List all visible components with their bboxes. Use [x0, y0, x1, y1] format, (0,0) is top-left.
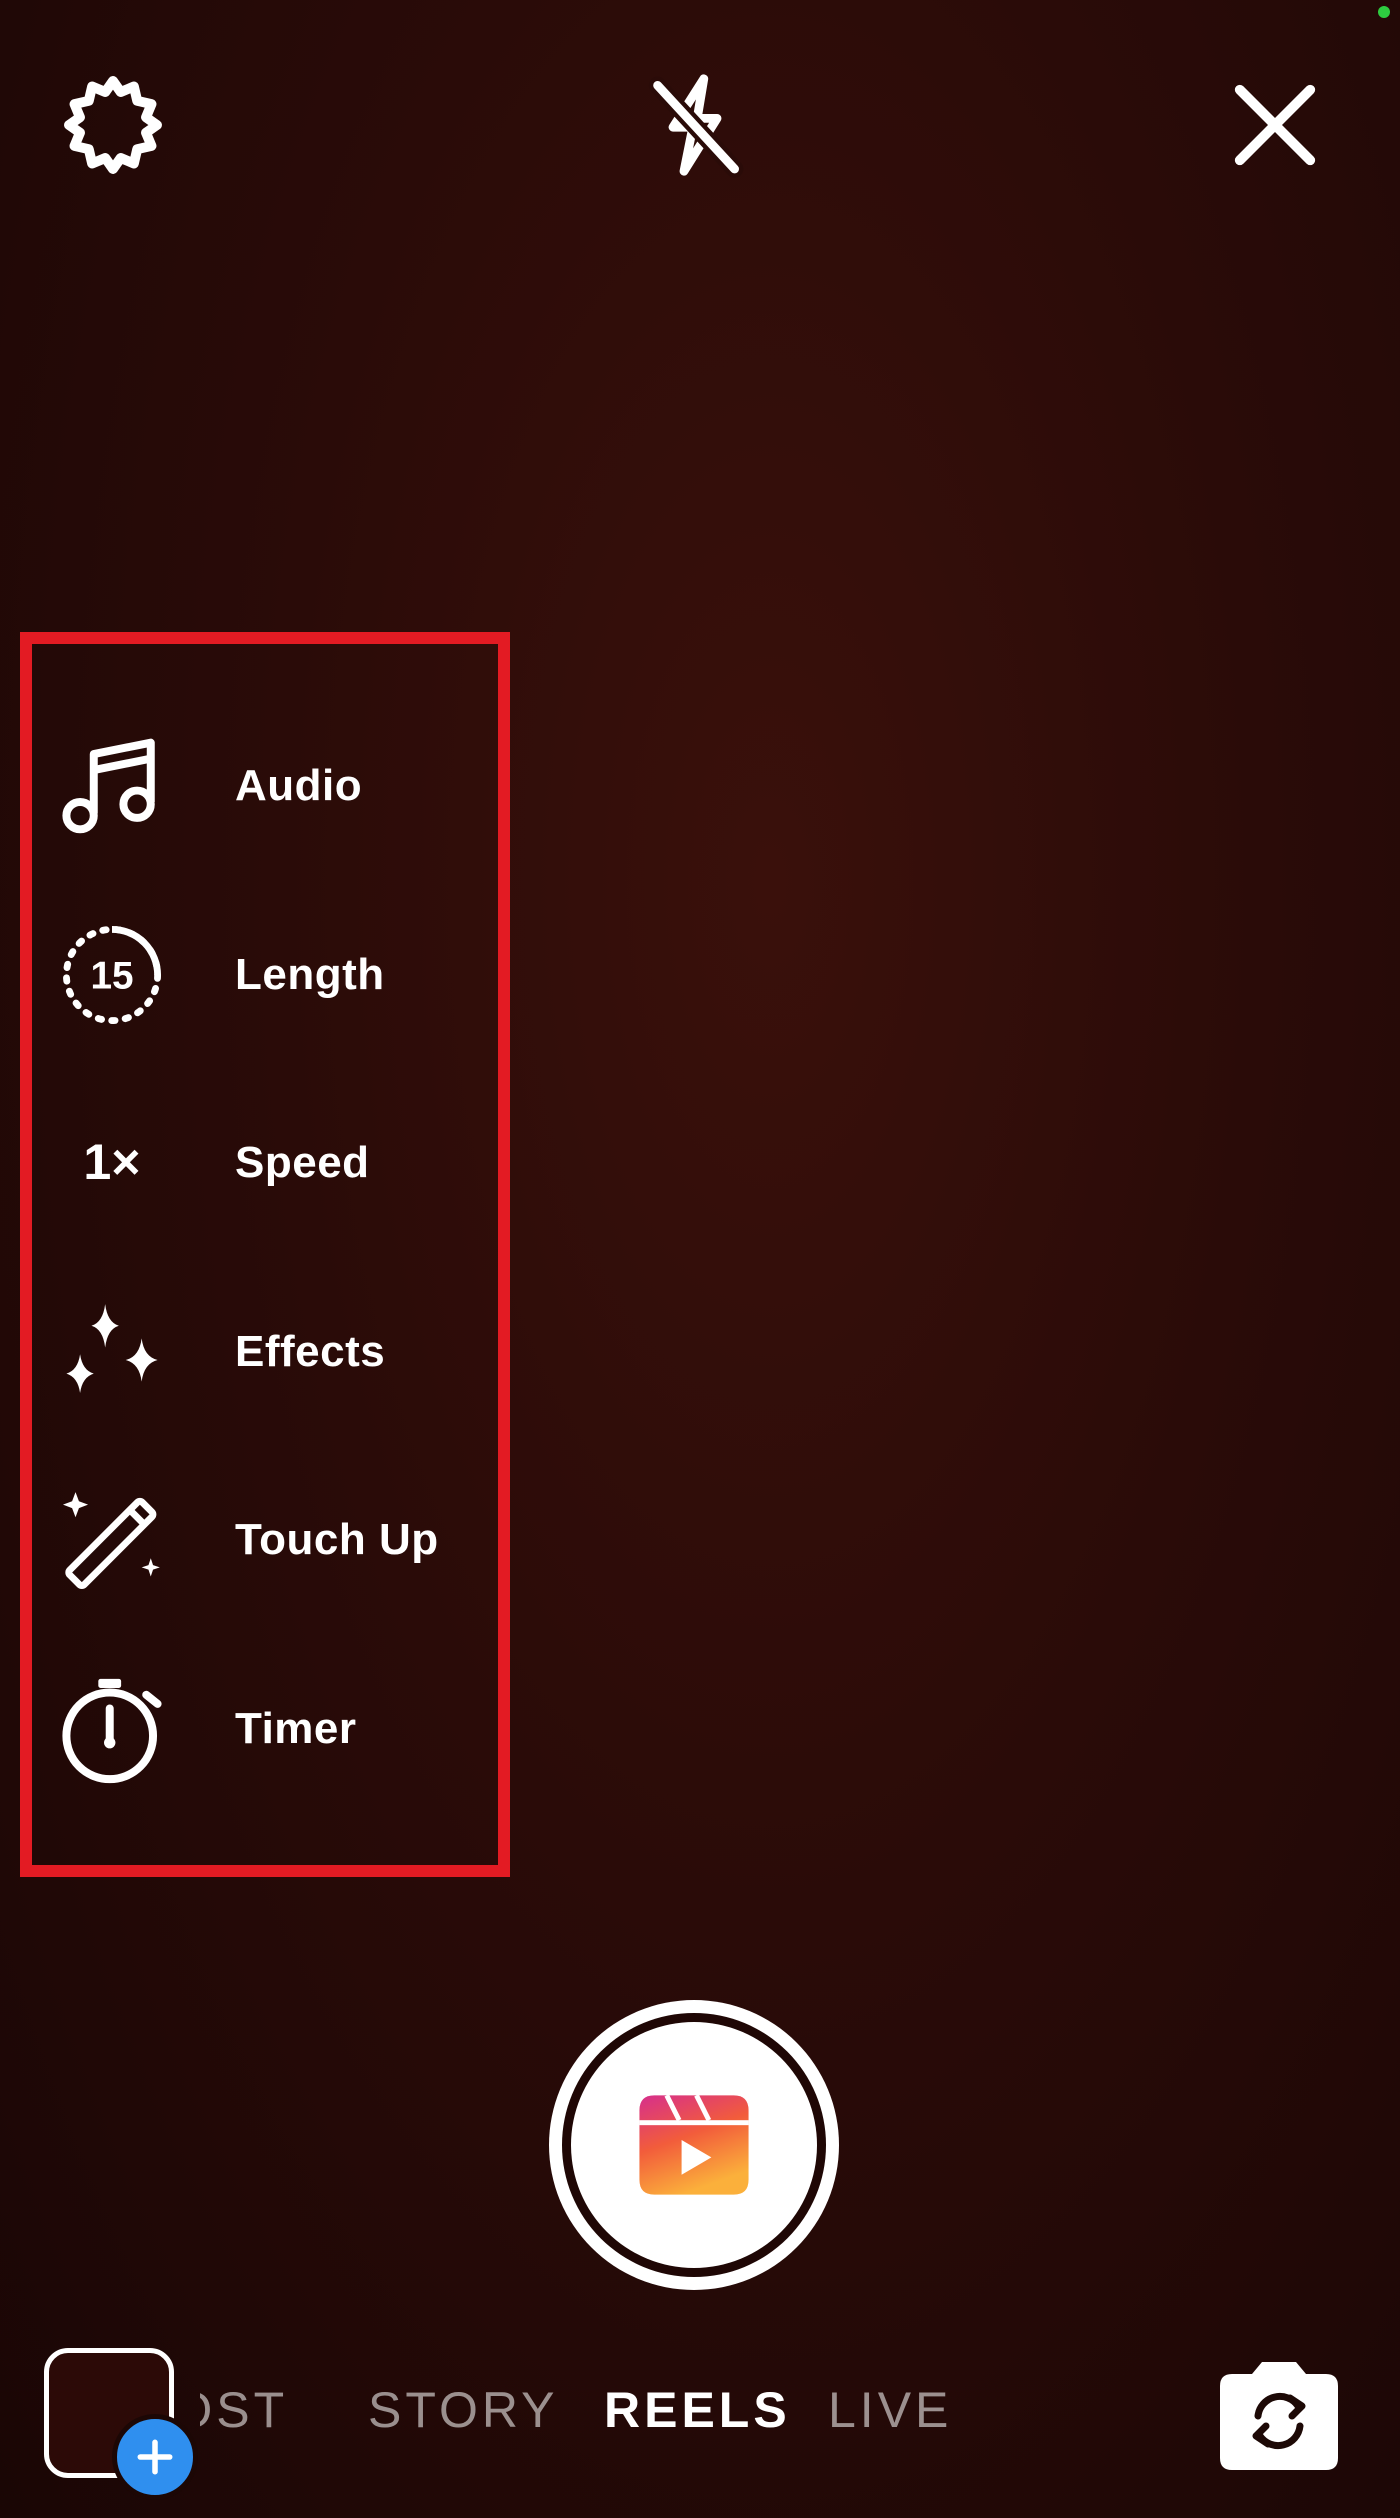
mode-story[interactable]: STORY	[368, 2370, 558, 2450]
camera-screen: Audio 15 Length 1× Speed Effects Touch U…	[0, 0, 1400, 2518]
gear-icon	[64, 76, 162, 174]
stopwatch-icon	[55, 1672, 169, 1786]
flash-off-icon	[648, 74, 744, 178]
flash-toggle-button[interactable]	[640, 70, 750, 180]
tool-touch-up[interactable]: Touch Up	[55, 1470, 495, 1610]
speed-icon-text: 1×	[83, 1134, 140, 1190]
sparkles-icon	[55, 1295, 169, 1409]
music-note-icon	[55, 729, 169, 843]
close-icon	[1234, 84, 1316, 166]
plus-icon	[137, 2439, 173, 2475]
flip-camera-button[interactable]	[1214, 2354, 1344, 2474]
tool-effects[interactable]: Effects	[55, 1282, 495, 1422]
tool-label-touch-up: Touch Up	[235, 1515, 439, 1564]
tool-label-audio: Audio	[235, 761, 363, 810]
record-button-inner	[571, 2022, 817, 2268]
record-button[interactable]	[549, 2000, 839, 2290]
length-icon-text: 15	[90, 955, 133, 998]
tool-length[interactable]: 15 Length	[55, 905, 495, 1045]
flip-camera-icon	[1220, 2362, 1338, 2470]
settings-button[interactable]	[58, 70, 168, 180]
reels-icon	[639, 2094, 749, 2195]
mode-reels[interactable]: REELS	[604, 2370, 791, 2450]
speed-icon: 1×	[55, 1106, 169, 1220]
magic-wand-icon	[55, 1483, 169, 1597]
mode-post[interactable]: POST	[200, 2370, 288, 2450]
close-button[interactable]	[1220, 70, 1330, 180]
tool-audio[interactable]: Audio	[55, 716, 495, 856]
tool-timer[interactable]: Timer	[55, 1659, 495, 1799]
mode-live[interactable]: LIVE	[828, 2370, 952, 2450]
record-button-ring	[562, 2013, 826, 2277]
tool-label-speed: Speed	[235, 1138, 370, 1187]
tool-label-effects: Effects	[235, 1327, 386, 1376]
add-from-gallery-button[interactable]	[112, 2414, 198, 2500]
mode-selector: POST STORY REELS LIVE	[200, 2370, 980, 2450]
status-indicator-dot	[1378, 6, 1390, 18]
tool-label-length: Length	[235, 950, 385, 999]
tool-speed[interactable]: 1× Speed	[55, 1093, 495, 1233]
timer-15-icon: 15	[55, 918, 169, 1032]
tool-label-timer: Timer	[235, 1704, 357, 1753]
